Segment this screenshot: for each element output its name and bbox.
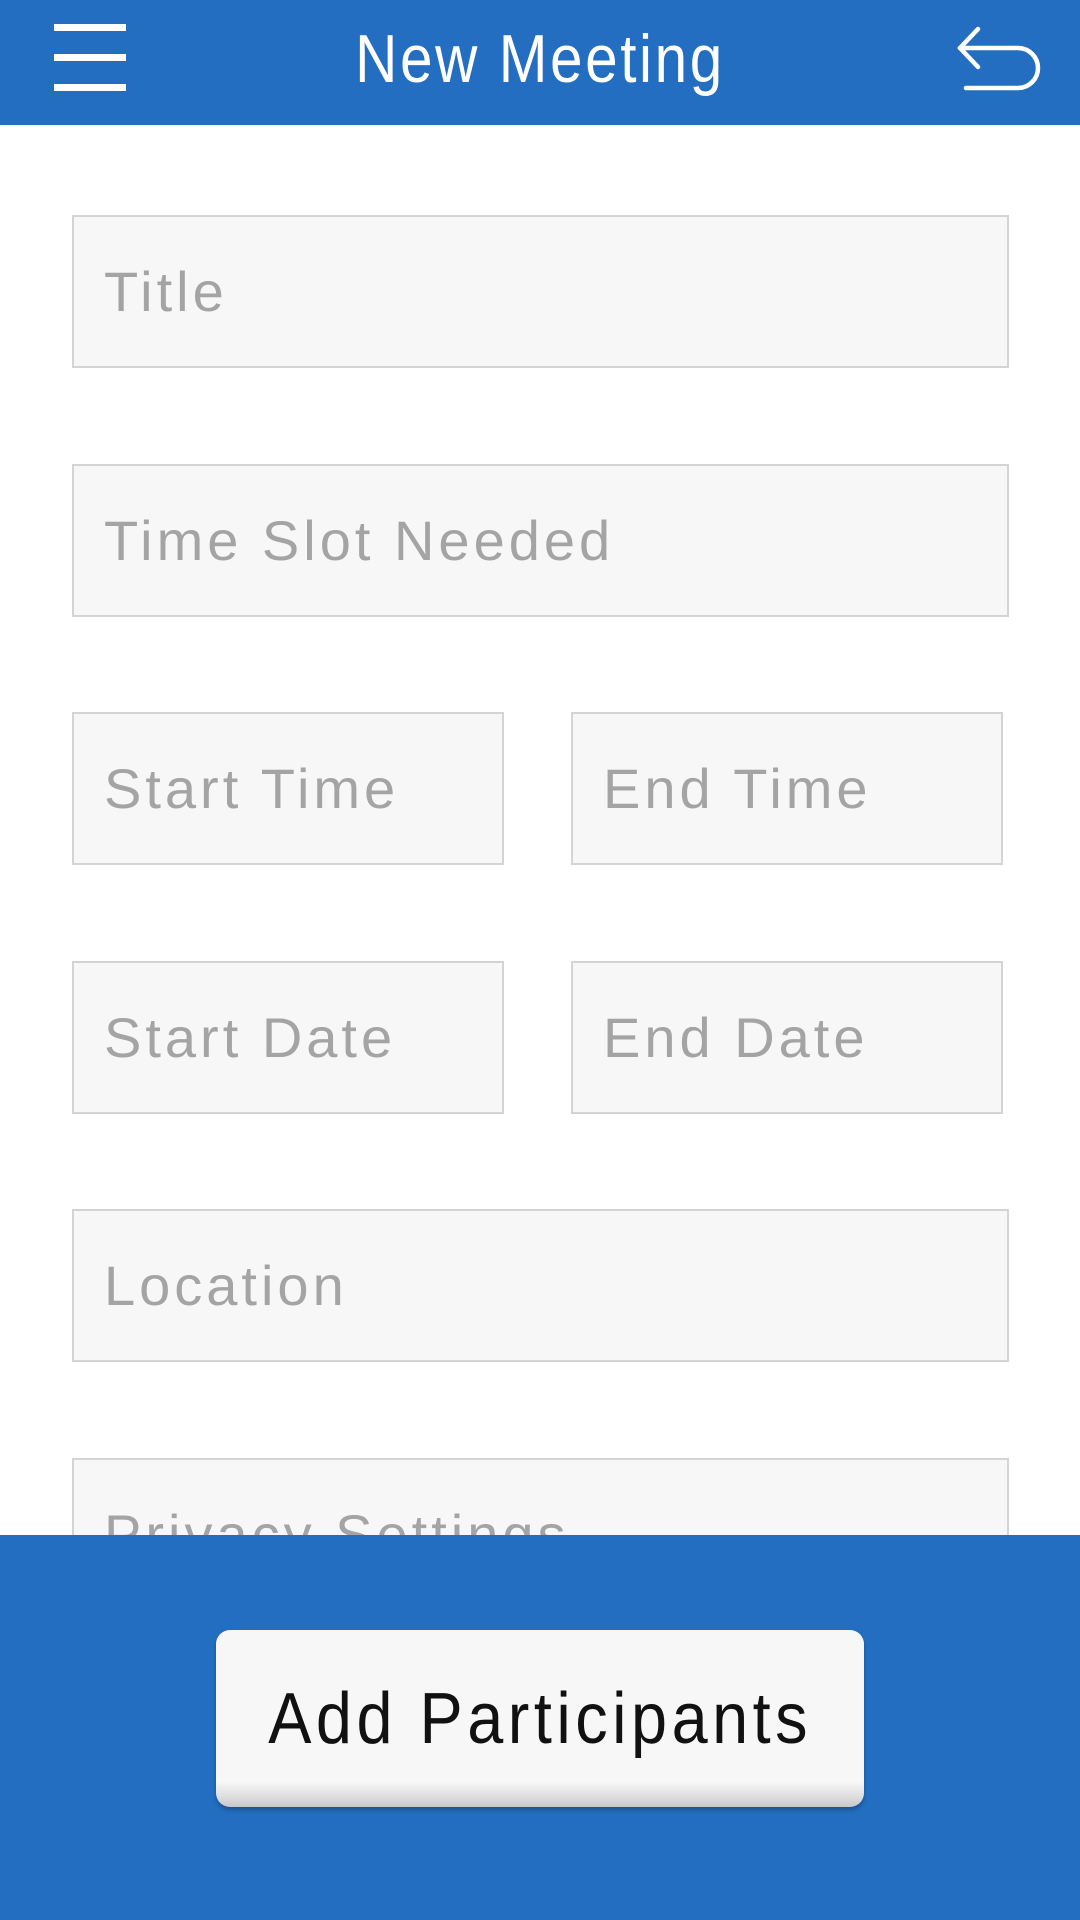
add-participants-label: Add Participants [268,1678,812,1759]
end-time-input[interactable] [571,712,1003,865]
privacy-settings-input[interactable] [72,1458,1009,1535]
page-title: New Meeting [355,21,725,97]
location-input[interactable] [72,1209,1009,1362]
end-date-input[interactable] [571,961,1003,1114]
bottom-action-bar: Add Participants [0,1535,1080,1920]
time-slot-input[interactable] [72,464,1009,617]
menu-bar-bottom [54,84,126,91]
undo-arrow-icon[interactable] [952,14,1042,104]
app-bar: New Meeting [0,0,1080,125]
meeting-form [0,125,1080,1535]
title-input[interactable] [72,215,1009,368]
menu-bar-middle [54,54,126,61]
start-date-input[interactable] [72,961,504,1114]
hamburger-menu-icon[interactable] [40,12,140,112]
start-time-input[interactable] [72,712,504,865]
menu-bar-top [54,24,126,31]
undo-arrow-glyph [957,26,1041,91]
add-participants-button[interactable]: Add Participants [216,1630,864,1807]
